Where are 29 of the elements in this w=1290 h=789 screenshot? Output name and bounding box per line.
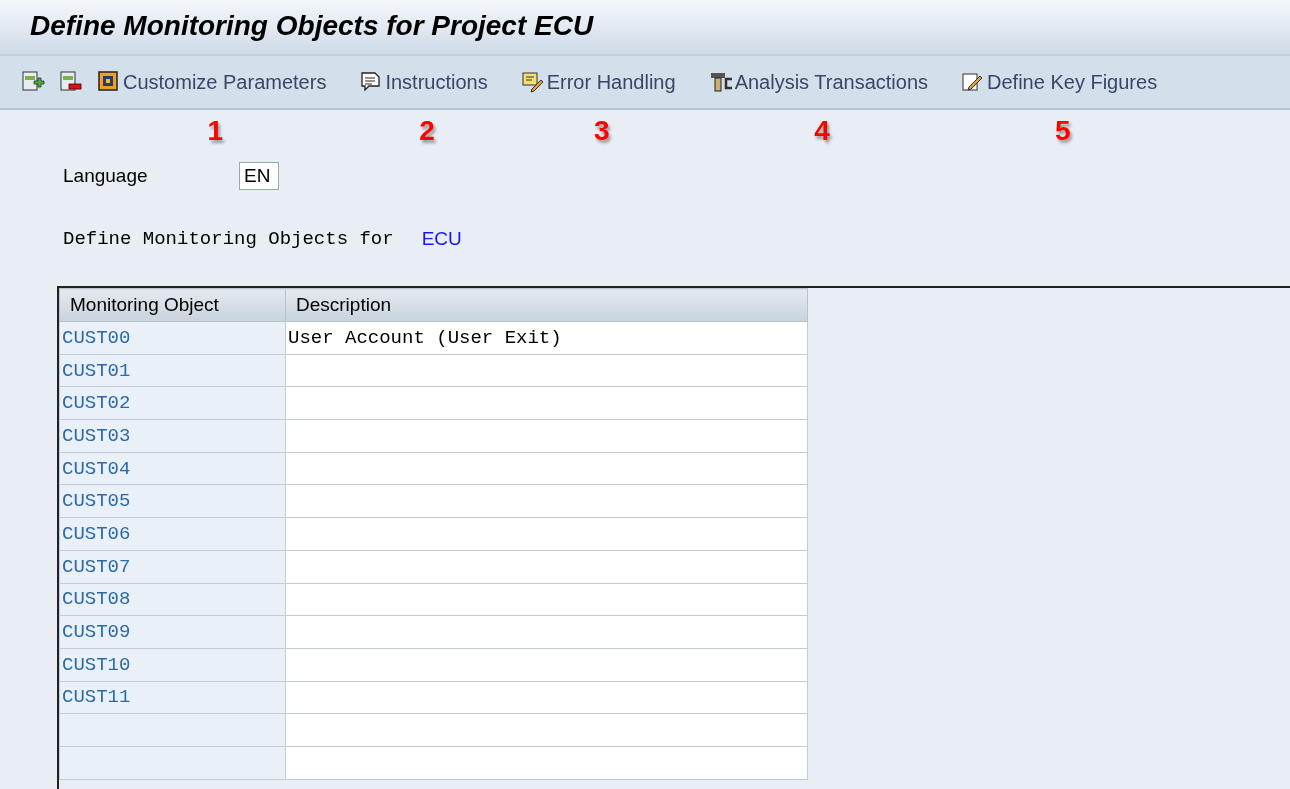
column-header: Description — [285, 288, 808, 322]
window-title: Define Monitoring Objects for Project ECU — [30, 10, 594, 41]
language-field[interactable]: EN — [239, 162, 279, 190]
table-cell[interactable]: CUST01 — [59, 354, 286, 387]
language-label: Language — [63, 165, 149, 187]
table-cell[interactable]: CUST00 — [59, 321, 286, 355]
table-cell[interactable]: CUST07 — [59, 550, 286, 583]
table-cell[interactable]: CUST09 — [59, 615, 286, 649]
table-cell[interactable]: CUST04 — [59, 452, 286, 485]
table-cell[interactable]: CUST06 — [59, 517, 286, 551]
table-cell: User Account (User Exit) — [285, 321, 808, 355]
table-cell[interactable]: CUST08 — [59, 583, 286, 616]
note-pencil-icon — [521, 71, 546, 93]
table-cell[interactable]: CUST11 — [59, 681, 286, 714]
callout-number: 3 — [593, 114, 610, 147]
callout-number: 4 — [814, 114, 830, 147]
tool-icon — [709, 71, 734, 93]
table-cell[interactable]: CUST03 — [59, 419, 286, 453]
callout-number: 5 — [1054, 114, 1071, 147]
heading-text: Define Monitoring Objects for — [63, 228, 394, 250]
column-header: Monitoring Object — [59, 288, 286, 322]
table-cell[interactable]: CUST05 — [59, 484, 286, 518]
table-cell[interactable]: CUST10 — [59, 648, 286, 682]
add-row-icon[interactable] — [22, 71, 46, 93]
callout-number: 2 — [419, 114, 435, 147]
callout-number: 1 — [207, 114, 224, 147]
delete-row-icon[interactable] — [60, 71, 84, 93]
table-cell[interactable]: CUST02 — [59, 386, 286, 420]
project-name: ECU — [421, 228, 462, 250]
